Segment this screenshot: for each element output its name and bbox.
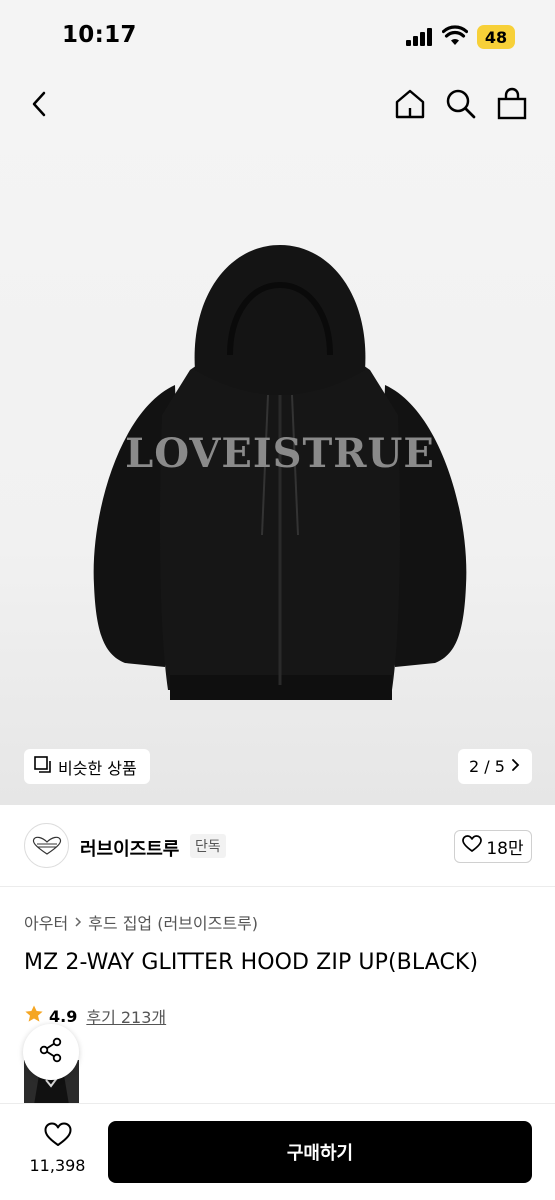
signal-icon [406,28,432,46]
search-icon[interactable] [443,86,479,122]
brand-like-button[interactable]: 18만 [454,830,532,863]
wifi-icon [441,25,469,47]
product-title: MZ 2-WAY GLITTER HOOD ZIP UP(BLACK) [24,950,479,975]
similar-icon [34,755,52,778]
status-time: 10:17 [62,22,137,48]
battery-indicator: 48 [477,25,515,49]
share-button[interactable] [23,1024,79,1080]
wishlist-button[interactable]: 11,398 [20,1122,95,1175]
similar-products-label: 비슷한 상품 [58,758,137,778]
star-icon [24,1004,44,1028]
review-link[interactable]: 후기 213개 [86,1004,166,1028]
breadcrumb-category[interactable]: 아우터 [24,910,68,934]
page-indicator-text: 2 / 5 [469,757,505,776]
shopping-bag-icon[interactable] [494,86,530,122]
back-arrow-icon[interactable] [22,86,58,122]
image-page-indicator[interactable]: 2 / 5 [458,749,532,784]
top-navigation [0,72,555,138]
brand-name[interactable]: 러브이즈트루 [80,835,179,861]
status-bar: 10:17 48 [0,0,555,72]
heart-icon [44,1122,72,1152]
exclusive-badge: 단독 [190,834,226,858]
share-icon [38,1037,64,1067]
chevron-right-icon [511,757,521,776]
similar-products-button[interactable]: 비슷한 상품 [24,749,150,784]
rating-value: 4.9 [49,1006,78,1026]
battery-level: 48 [484,27,508,47]
breadcrumb-subcategory[interactable]: 후드 집업 (러브이즈트루) [88,910,258,934]
breadcrumb: 아우터 후드 집업 (러브이즈트루) [24,910,258,934]
heart-icon [462,835,483,858]
product-graphic-text: LOVEISTRUE [125,430,435,477]
home-icon[interactable] [392,86,428,122]
wishlist-count: 11,398 [29,1156,86,1175]
brand-like-count: 18만 [486,839,524,859]
product-image[interactable]: LOVEISTRUE [80,235,480,725]
buy-button[interactable]: 구매하기 [108,1121,532,1183]
chevron-right-icon [74,913,82,932]
brand-row: 러브이즈트루 단독 18만 [0,805,555,887]
bottom-action-bar: 11,398 구매하기 [0,1103,555,1200]
brand-logo[interactable] [24,823,69,868]
